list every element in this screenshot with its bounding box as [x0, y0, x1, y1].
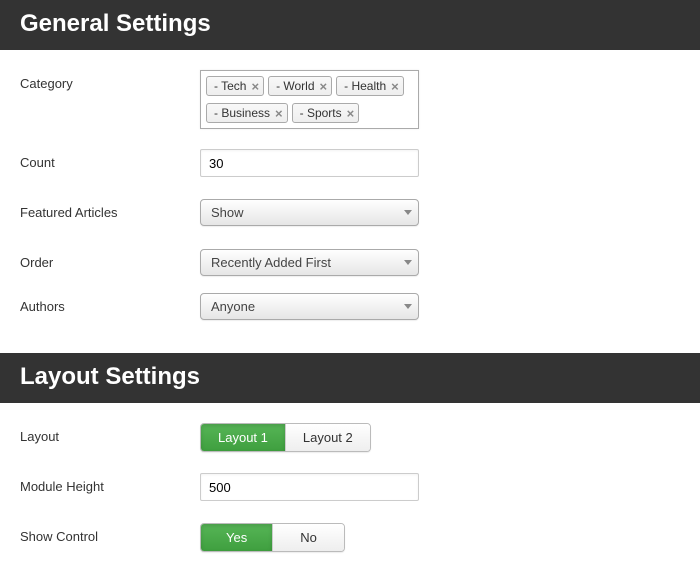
- label-show-control: Show Control: [20, 523, 200, 544]
- close-icon[interactable]: ×: [275, 107, 283, 120]
- row-authors: Authors Anyone: [20, 293, 680, 323]
- layout-option-1[interactable]: Layout 1: [201, 424, 285, 451]
- label-module-height: Module Height: [20, 473, 200, 494]
- label-category: Category: [20, 70, 200, 91]
- layout-option-2[interactable]: Layout 2: [285, 424, 370, 451]
- section-body-general: Category - Tech× - World× - Health× - Bu…: [0, 50, 700, 353]
- row-count: Count: [20, 149, 680, 179]
- order-select[interactable]: Recently Added First: [200, 249, 419, 276]
- close-icon[interactable]: ×: [391, 80, 399, 93]
- layout-toggle: Layout 1 Layout 2: [200, 423, 371, 452]
- close-icon[interactable]: ×: [251, 80, 259, 93]
- row-layout: Layout Layout 1 Layout 2: [20, 423, 680, 453]
- section-title-layout: Layout Settings: [20, 363, 200, 390]
- module-height-input[interactable]: [200, 473, 419, 501]
- section-header-general: General Settings: [0, 0, 700, 50]
- show-control-toggle: Yes No: [200, 523, 345, 552]
- authors-select[interactable]: Anyone: [200, 293, 419, 320]
- featured-select[interactable]: Show: [200, 199, 419, 226]
- label-count: Count: [20, 149, 200, 170]
- label-layout: Layout: [20, 423, 200, 444]
- section-title-general: General Settings: [20, 10, 211, 37]
- tag-sports[interactable]: - Sports×: [292, 103, 360, 123]
- chevron-down-icon: [404, 260, 412, 265]
- tag-health[interactable]: - Health×: [336, 76, 404, 96]
- close-icon[interactable]: ×: [320, 80, 328, 93]
- chevron-down-icon: [404, 304, 412, 309]
- row-module-height: Module Height: [20, 473, 680, 503]
- row-category: Category - Tech× - World× - Health× - Bu…: [20, 70, 680, 129]
- row-featured: Featured Articles Show: [20, 199, 680, 229]
- tag-world[interactable]: - World×: [268, 76, 332, 96]
- row-show-control: Show Control Yes No: [20, 523, 680, 553]
- featured-value: Show: [211, 205, 244, 220]
- show-control-yes[interactable]: Yes: [201, 524, 272, 551]
- tag-business[interactable]: - Business×: [206, 103, 288, 123]
- label-order: Order: [20, 249, 200, 270]
- category-tagbox[interactable]: - Tech× - World× - Health× - Business× -…: [200, 70, 419, 129]
- label-featured: Featured Articles: [20, 199, 200, 220]
- row-order: Order Recently Added First: [20, 249, 680, 279]
- close-icon[interactable]: ×: [347, 107, 355, 120]
- chevron-down-icon: [404, 210, 412, 215]
- show-control-no[interactable]: No: [272, 524, 344, 551]
- tag-tech[interactable]: - Tech×: [206, 76, 264, 96]
- order-value: Recently Added First: [211, 255, 331, 270]
- section-header-layout: Layout Settings: [0, 353, 700, 403]
- section-body-layout: Layout Layout 1 Layout 2 Module Height S…: [0, 403, 700, 583]
- label-authors: Authors: [20, 293, 200, 314]
- count-input[interactable]: [200, 149, 419, 177]
- authors-value: Anyone: [211, 299, 255, 314]
